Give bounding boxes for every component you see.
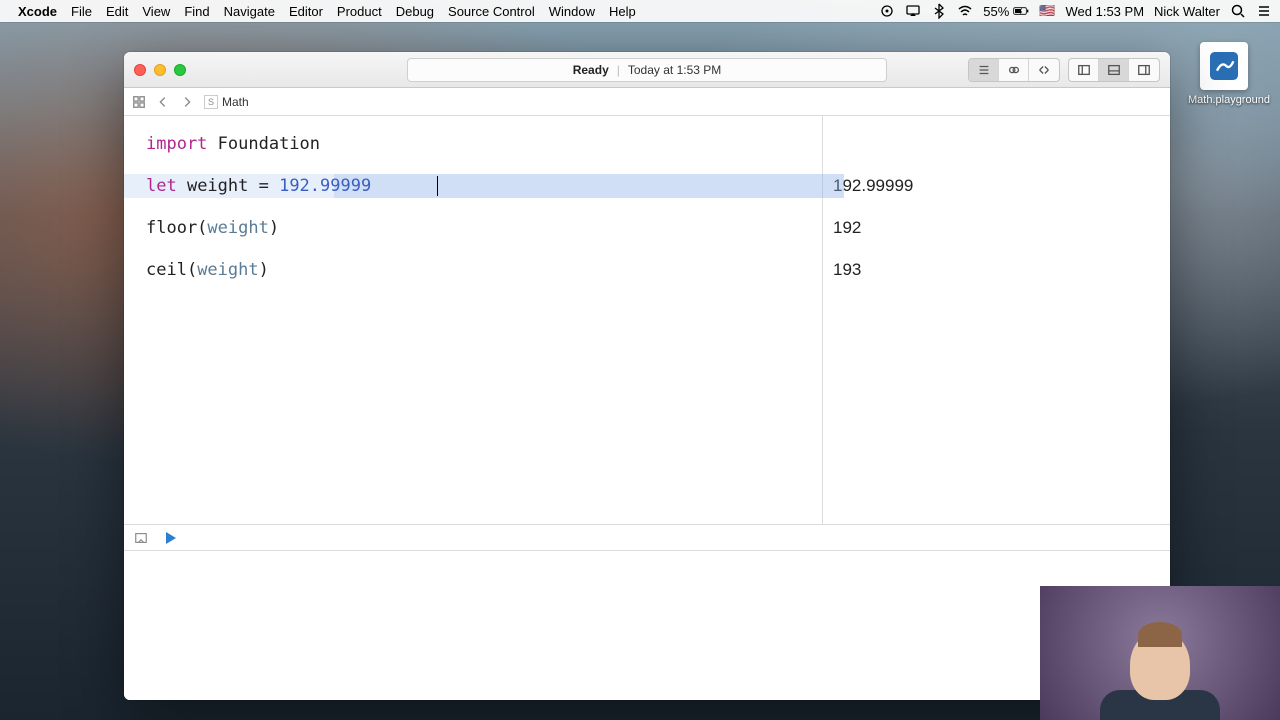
menu-source-control[interactable]: Source Control xyxy=(448,4,535,19)
console-area[interactable] xyxy=(124,550,1170,700)
menubar-app-name[interactable]: Xcode xyxy=(18,4,57,19)
xcode-window: Ready | Today at 1:53 PM S Math xyxy=(124,52,1170,700)
menu-navigate[interactable]: Navigate xyxy=(224,4,275,19)
bluetooth-icon[interactable] xyxy=(931,3,947,19)
instruments-icon[interactable] xyxy=(879,3,895,19)
code-editor[interactable]: import Foundation let weight = 192.99999… xyxy=(124,116,822,524)
menu-file[interactable]: File xyxy=(71,4,92,19)
desktop-file-math-playground[interactable]: Math.playground xyxy=(1188,42,1260,106)
text-cursor xyxy=(437,176,438,196)
playground-file-icon xyxy=(1200,42,1248,90)
input-flag-icon[interactable]: 🇺🇸 xyxy=(1039,3,1055,19)
editor-body: import Foundation let weight = 192.99999… xyxy=(124,116,1170,524)
menu-find[interactable]: Find xyxy=(184,4,209,19)
related-items-icon[interactable] xyxy=(132,95,146,109)
editor-wrap: import Foundation let weight = 192.99999… xyxy=(124,116,1170,700)
code-line-1: import Foundation xyxy=(146,134,822,176)
standard-editor-button[interactable] xyxy=(969,59,999,81)
window-titlebar[interactable]: Ready | Today at 1:53 PM xyxy=(124,52,1170,88)
jump-bar-filename: Math xyxy=(222,95,249,109)
zoom-button[interactable] xyxy=(174,64,186,76)
macos-menubar: Xcode File Edit View Find Navigate Edito… xyxy=(0,0,1280,22)
result-2[interactable]: 192 xyxy=(833,218,1160,260)
toggle-debug-area-button[interactable] xyxy=(1099,59,1129,81)
minimize-button[interactable] xyxy=(154,64,166,76)
result-1[interactable]: 192.99999 xyxy=(833,176,1160,218)
debug-toolbar xyxy=(124,524,1170,550)
toolbar-right xyxy=(968,58,1160,82)
activity-status[interactable]: Ready | Today at 1:53 PM xyxy=(407,58,887,82)
menu-edit[interactable]: Edit xyxy=(106,4,128,19)
battery-status[interactable]: 55% xyxy=(983,3,1029,19)
menu-help[interactable]: Help xyxy=(609,4,636,19)
menu-debug[interactable]: Debug xyxy=(396,4,434,19)
desktop-file-label: Math.playground xyxy=(1188,94,1260,106)
version-editor-button[interactable] xyxy=(1029,59,1059,81)
notification-center-icon[interactable] xyxy=(1256,3,1272,19)
menu-window[interactable]: Window xyxy=(549,4,595,19)
wifi-icon[interactable] xyxy=(957,3,973,19)
menu-product[interactable]: Product xyxy=(337,4,382,19)
code-line-2: let weight = 192.99999 xyxy=(146,176,822,218)
spotlight-icon[interactable] xyxy=(1230,3,1246,19)
code-line-3: floor(weight) xyxy=(146,218,822,260)
results-sidebar: 192.99999 192 193 xyxy=(822,116,1170,524)
assistant-editor-button[interactable] xyxy=(999,59,1029,81)
toggle-console-icon[interactable] xyxy=(134,531,148,545)
traffic-lights xyxy=(134,64,186,76)
toggle-utilities-button[interactable] xyxy=(1129,59,1159,81)
jump-bar[interactable]: S Math xyxy=(124,88,1170,116)
swift-file-icon: S xyxy=(204,95,218,109)
status-secondary: Today at 1:53 PM xyxy=(628,63,721,77)
jump-bar-path[interactable]: S Math xyxy=(204,95,249,109)
run-playground-button[interactable] xyxy=(166,532,176,544)
status-primary: Ready xyxy=(573,63,609,77)
back-button-icon[interactable] xyxy=(156,95,170,109)
menubar-user[interactable]: Nick Walter xyxy=(1154,4,1220,19)
result-3[interactable]: 193 xyxy=(833,260,1160,302)
webcam-overlay xyxy=(1040,586,1280,720)
airplay-icon[interactable] xyxy=(905,3,921,19)
forward-button-icon[interactable] xyxy=(180,95,194,109)
menubar-clock[interactable]: Wed 1:53 PM xyxy=(1066,4,1145,19)
menu-view[interactable]: View xyxy=(142,4,170,19)
code-line-4: ceil(weight) xyxy=(146,260,822,302)
battery-percent: 55% xyxy=(983,4,1009,19)
toggle-navigator-button[interactable] xyxy=(1069,59,1099,81)
menu-editor[interactable]: Editor xyxy=(289,4,323,19)
close-button[interactable] xyxy=(134,64,146,76)
